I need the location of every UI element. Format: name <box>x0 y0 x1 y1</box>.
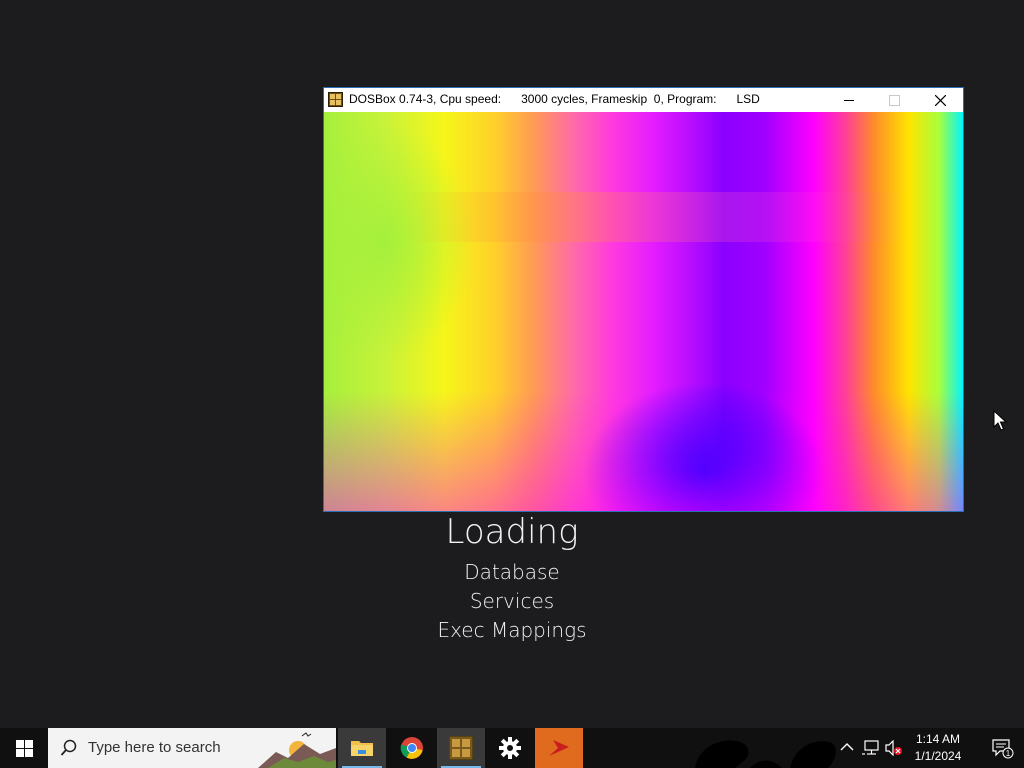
folder-icon <box>351 741 373 756</box>
search-highlight-art-icon <box>258 732 336 768</box>
window-title: DOSBox 0.74-3, Cpu speed: 3000 cycles, F… <box>349 92 760 106</box>
chevron-up-icon <box>840 743 854 751</box>
taskbar-settings[interactable] <box>486 728 534 768</box>
clock-time: 1:14 AM <box>915 732 961 746</box>
notification-count: 1 <box>1006 749 1011 758</box>
system-clock[interactable]: 1:14 AM 1/1/2024 <box>905 731 971 765</box>
minimize-icon <box>844 100 854 101</box>
taskbar-chrome[interactable] <box>388 728 436 768</box>
arrow-app-icon <box>549 740 569 756</box>
mouse-cursor-icon <box>993 410 1007 431</box>
taskbar-file-explorer[interactable] <box>338 728 386 768</box>
volume-button[interactable] <box>884 728 904 768</box>
window-titlebar[interactable]: DOSBox 0.74-3, Cpu speed: 3000 cycles, F… <box>324 88 963 112</box>
maximize-icon <box>889 95 900 106</box>
loading-item-database: Database <box>464 560 560 584</box>
taskbar: Type here to search 1:14 AM 1/1/2024 1 <box>0 728 1024 768</box>
notification-icon: 1 <box>992 739 1014 759</box>
network-icon <box>862 740 879 755</box>
search-icon <box>60 739 77 756</box>
windows-logo-icon <box>16 740 33 757</box>
screen-band <box>404 192 904 242</box>
wallpaper-silhouette-icon <box>695 740 836 768</box>
network-button[interactable] <box>860 728 882 768</box>
dosbox-screen[interactable] <box>324 112 963 511</box>
taskbar-orange-app[interactable] <box>535 728 583 768</box>
close-icon <box>935 95 946 106</box>
search-placeholder: Type here to search <box>88 739 221 756</box>
chrome-icon <box>400 737 423 759</box>
maximize-button[interactable] <box>872 88 917 112</box>
dosbox-icon <box>449 736 473 760</box>
volume-muted-icon <box>885 740 902 756</box>
loading-title: Loading <box>445 512 579 552</box>
clock-date: 1/1/2024 <box>914 749 962 763</box>
start-button[interactable] <box>0 728 48 768</box>
taskbar-dosbox[interactable] <box>437 728 485 768</box>
show-hidden-icons-button[interactable] <box>838 728 856 768</box>
taskbar-search-box[interactable]: Type here to search <box>48 728 336 768</box>
action-center-button[interactable]: 1 <box>980 728 1024 768</box>
loading-item-exec-mappings: Exec Mappings <box>437 618 587 642</box>
dosbox-app-icon[interactable] <box>328 92 343 107</box>
dosbox-window[interactable]: DOSBox 0.74-3, Cpu speed: 3000 cycles, F… <box>323 87 964 512</box>
gear-icon <box>499 737 521 759</box>
close-button[interactable] <box>918 88 963 112</box>
screen-tint <box>324 391 963 511</box>
minimize-button[interactable] <box>827 88 872 112</box>
loading-item-services: Services <box>469 589 555 613</box>
